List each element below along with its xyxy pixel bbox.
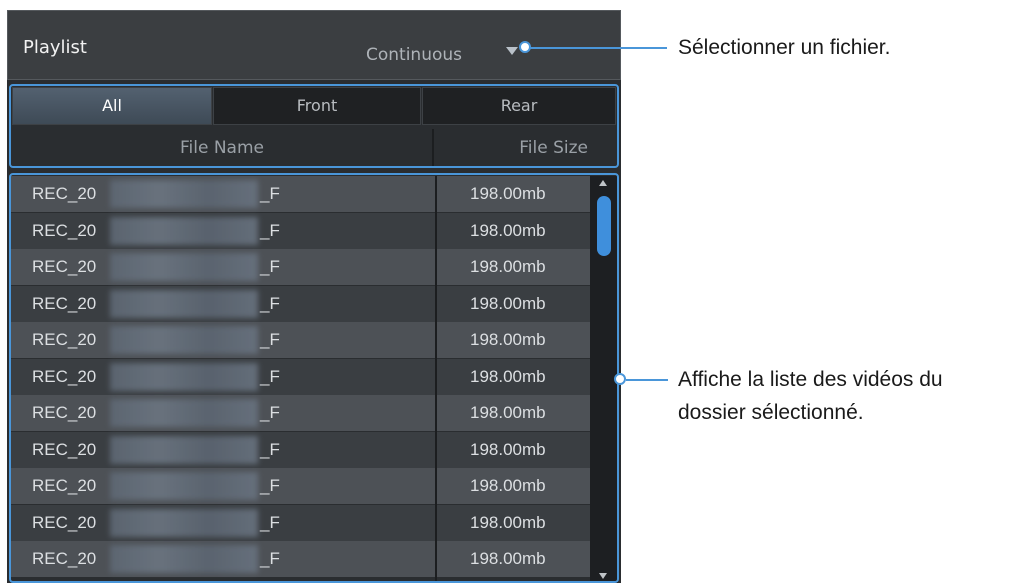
tabs-highlight-outline xyxy=(9,84,619,168)
list-highlight-outline xyxy=(9,173,619,583)
callout-dot-select xyxy=(519,41,531,53)
callout-select-file: Sélectionner un fichier. xyxy=(678,36,891,59)
callout-list-line2: dossier sélectionné. xyxy=(678,401,864,424)
callout-line-list xyxy=(626,379,668,381)
callout-line-select xyxy=(527,47,667,49)
callout-list-line1: Affiche la liste des vidéos du xyxy=(678,368,943,391)
chevron-down-icon[interactable] xyxy=(506,47,518,55)
playlist-title: Playlist xyxy=(23,37,87,58)
playback-mode-dropdown[interactable]: Continuous xyxy=(366,45,462,65)
callout-dot-list xyxy=(614,373,626,385)
